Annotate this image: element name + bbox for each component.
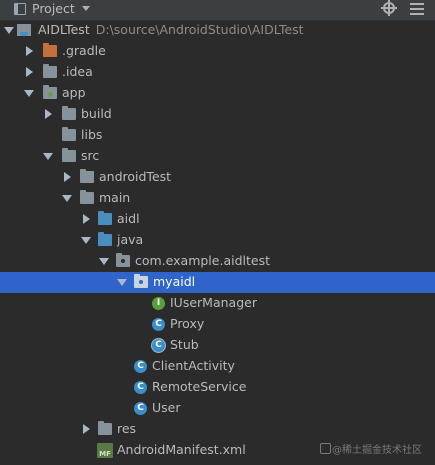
tree-node-label: AndroidManifest.xml: [117, 442, 246, 457]
tree-node-label: main: [99, 190, 131, 205]
collapse-arrow-icon[interactable]: [26, 46, 33, 56]
folder-blue-icon: [98, 211, 112, 225]
tree-node-label: IUserManager: [170, 295, 257, 310]
expand-arrow-icon[interactable]: [4, 27, 14, 34]
tree-node-src[interactable]: src: [0, 146, 435, 167]
tree-node-remoteservice[interactable]: C RemoteService: [0, 377, 435, 398]
class-icon: C: [134, 360, 147, 373]
collapse-arrow-icon[interactable]: [26, 67, 33, 77]
tree-node-gradle[interactable]: .gradle: [0, 41, 435, 62]
tree-node-aidltest[interactable]: AIDLTest D:\source\AndroidStudio\AIDLTest: [0, 20, 435, 41]
locate-file-icon[interactable]: [381, 0, 397, 16]
folder-blue-icon: [98, 232, 112, 246]
settings-icon[interactable]: [410, 2, 424, 16]
tree-node-label: User: [152, 400, 181, 415]
folder-icon: [62, 106, 76, 120]
expand-arrow-icon[interactable]: [24, 90, 34, 97]
class-icon: C: [134, 381, 147, 394]
tree-node-label: app: [62, 85, 86, 100]
tree-node-build[interactable]: build: [0, 104, 435, 125]
collapse-arrow-icon[interactable]: [83, 214, 90, 224]
tree-node-app[interactable]: app: [0, 83, 435, 104]
tree-node-aidl[interactable]: aidl: [0, 209, 435, 230]
folder-icon: [43, 64, 57, 78]
tree-node-label: aidl: [117, 211, 140, 226]
tree-node-label: myaidl: [153, 274, 196, 289]
class-icon: C: [152, 318, 165, 331]
tree-node-label: Stub: [170, 337, 199, 352]
tree-node-label: .gradle: [62, 43, 106, 58]
expand-arrow-icon[interactable]: [81, 237, 91, 244]
tree-node-label: libs: [81, 127, 103, 142]
folder-icon: [62, 127, 76, 141]
tree-node-java[interactable]: java: [0, 230, 435, 251]
tree-node-res[interactable]: res: [0, 419, 435, 440]
folder-icon: [98, 421, 112, 435]
folder-orange-icon: [43, 43, 57, 57]
tree-node-label: AIDLTest: [38, 22, 90, 37]
tree-node-label: com.example.aidltest: [135, 253, 270, 268]
tree-node-clientactivity[interactable]: C ClientActivity: [0, 356, 435, 377]
tree-node-main[interactable]: main: [0, 188, 435, 209]
project-tool-window-header: Project: [0, 0, 435, 21]
collapse-arrow-icon[interactable]: [64, 172, 71, 182]
interface-icon: I: [152, 297, 165, 310]
tree-node-label: Proxy: [170, 316, 205, 331]
project-icon: [14, 3, 26, 15]
tree-node-label: androidTest: [99, 169, 172, 184]
class-icon: C: [152, 339, 165, 352]
package-icon: [116, 253, 130, 267]
expand-arrow-icon[interactable]: [62, 195, 72, 202]
tree-node-user[interactable]: C User: [0, 398, 435, 419]
tree-node-package-aidltest[interactable]: com.example.aidltest: [0, 251, 435, 272]
tree-node-label: RemoteService: [152, 379, 247, 394]
project-path: D:\source\AndroidStudio\AIDLTest: [95, 22, 304, 37]
tree-node-label: java: [117, 232, 144, 247]
tree-node-label: src: [81, 148, 100, 163]
tree-node-label: res: [117, 421, 137, 436]
folder-icon: [62, 148, 76, 162]
class-icon: C: [134, 402, 147, 415]
tree-node-androidtest[interactable]: androidTest: [0, 167, 435, 188]
module-icon: [17, 24, 31, 36]
manifest-icon: MF: [97, 443, 113, 458]
expand-arrow-icon[interactable]: [99, 258, 109, 265]
collapse-arrow-icon[interactable]: [83, 424, 90, 434]
expand-arrow-icon[interactable]: [117, 279, 127, 286]
tree-node-label: ClientActivity: [152, 358, 235, 373]
chevron-down-icon: [82, 6, 90, 11]
tree-node-idea[interactable]: .idea: [0, 62, 435, 83]
expand-arrow-icon[interactable]: [43, 153, 53, 160]
module-folder-icon: [43, 85, 57, 99]
tree-node-iusermanager[interactable]: I IUserManager: [0, 293, 435, 314]
tree-node-stub[interactable]: C Stub: [0, 335, 435, 356]
tree-node-libs[interactable]: libs: [0, 125, 435, 146]
project-view-title: Project: [32, 1, 75, 16]
tree-node-proxy[interactable]: C Proxy: [0, 314, 435, 335]
collapse-arrow-icon[interactable]: [45, 109, 52, 119]
tree-node-package-myaidl[interactable]: myaidl: [0, 272, 435, 293]
tree-node-label: .idea: [62, 64, 93, 79]
tree-node-label: build: [81, 106, 112, 121]
watermark-logo-icon: [320, 443, 331, 454]
package-icon: [134, 274, 148, 288]
folder-icon: [80, 190, 94, 204]
folder-icon: [80, 169, 94, 183]
watermark: @稀土掘金技术社区: [332, 445, 422, 456]
